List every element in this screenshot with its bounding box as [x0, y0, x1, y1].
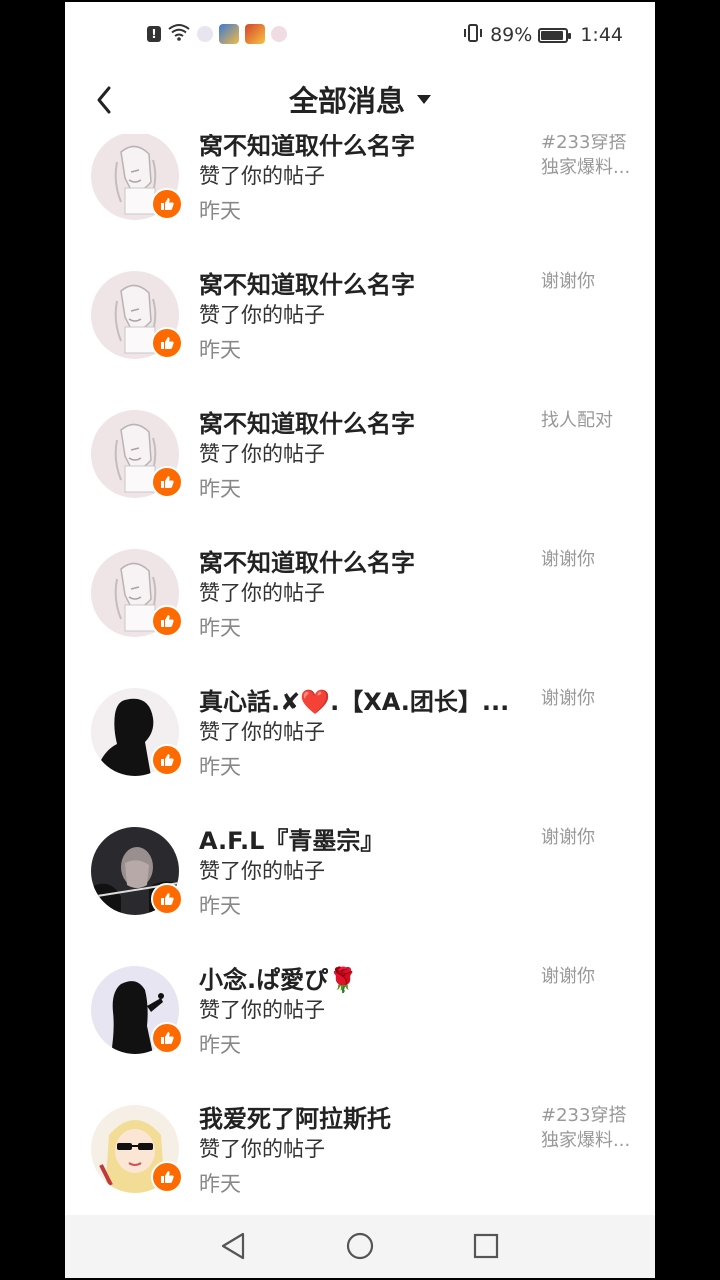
notification-item[interactable]: 窝不知道取什么名字 赞了你的帖子 昨天 找人配对 [65, 410, 655, 549]
notification-item[interactable]: A.F.L『青墨宗』 赞了你的帖子 昨天 谢谢你 [65, 827, 655, 966]
user-name[interactable]: 小念.ぱ愛ぴ🌹 [199, 960, 529, 995]
nav-home-icon [346, 1232, 374, 1260]
notification-item[interactable]: 窝不知道取什么名字 赞了你的帖子 昨天 #233穿搭 独家爆料... [65, 134, 655, 271]
user-name[interactable]: 窝不知道取什么名字 [199, 265, 529, 300]
post-preview-line1: 谢谢你 [541, 271, 595, 292]
like-badge-icon [151, 466, 183, 498]
action-text: 赞了你的帖子 [199, 1137, 325, 1161]
post-preview-line1: 谢谢你 [541, 966, 595, 987]
like-badge-icon [151, 883, 183, 915]
notification-item[interactable]: 我爱死了阿拉斯托 赞了你的帖子 昨天 #233穿搭 独家爆料... [65, 1105, 655, 1215]
page-title: 全部消息 [288, 84, 405, 118]
notification-item[interactable]: 小念.ぱ愛ぴ🌹 赞了你的帖子 昨天 谢谢你 [65, 966, 655, 1105]
timestamp: 昨天 [199, 338, 241, 362]
action-text: 赞了你的帖子 [199, 164, 325, 188]
post-preview[interactable]: 谢谢你 [541, 547, 637, 572]
action-text: 赞了你的帖子 [199, 859, 325, 883]
user-name[interactable]: 窝不知道取什么名字 [199, 404, 529, 439]
nav-back-icon [221, 1232, 245, 1260]
navigation-bar [65, 1215, 655, 1278]
like-badge-icon [151, 188, 183, 220]
post-preview[interactable]: #233穿搭 独家爆料... [541, 134, 637, 180]
header: 全部消息 [65, 64, 655, 134]
battery-percent: 89% [490, 24, 533, 46]
timestamp: 昨天 [199, 894, 241, 918]
user-name[interactable]: 我爱死了阿拉斯托 [199, 1099, 529, 1134]
clock: 1:44 [580, 24, 623, 46]
title-dropdown[interactable]: 全部消息 [65, 78, 655, 120]
like-badge-icon [151, 1022, 183, 1054]
timestamp: 昨天 [199, 477, 241, 501]
post-preview[interactable]: 找人配对 [541, 408, 637, 433]
action-text: 赞了你的帖子 [199, 442, 325, 466]
post-preview-line2: 独家爆料... [541, 157, 631, 178]
timestamp: 昨天 [199, 1033, 241, 1057]
like-badge-icon [151, 327, 183, 359]
like-badge-icon [151, 744, 183, 776]
post-preview-line1: #233穿搭 [541, 1105, 627, 1126]
post-preview[interactable]: 谢谢你 [541, 269, 637, 294]
post-preview-line1: 找人配对 [541, 410, 613, 431]
nav-recents-icon [473, 1233, 499, 1259]
action-text: 赞了你的帖子 [199, 303, 325, 327]
post-preview-line1: 谢谢你 [541, 827, 595, 848]
nav-back-button[interactable] [219, 1231, 249, 1261]
status-right: 89% 1:44 [462, 22, 623, 48]
user-name[interactable]: 真心話.✘❤️.【XA.团长】... [199, 682, 529, 717]
game-icon [219, 24, 239, 44]
game-icon-2 [245, 24, 265, 44]
user-name[interactable]: A.F.L『青墨宗』 [199, 821, 529, 856]
status-left-icons: ! [147, 22, 287, 46]
alert-icon: ! [147, 26, 161, 42]
post-preview[interactable]: 谢谢你 [541, 686, 637, 711]
action-text: 赞了你的帖子 [199, 998, 325, 1022]
notification-item[interactable]: 窝不知道取什么名字 赞了你的帖子 昨天 谢谢你 [65, 549, 655, 688]
timestamp: 昨天 [199, 755, 241, 779]
notification-list[interactable]: 窝不知道取什么名字 赞了你的帖子 昨天 #233穿搭 独家爆料... 窝不知道取什么名字赞… [65, 134, 655, 1215]
nav-recents-button[interactable] [471, 1231, 501, 1261]
user-name[interactable]: 窝不知道取什么名字 [199, 134, 529, 161]
like-badge-icon [151, 605, 183, 637]
battery-fill [541, 30, 563, 40]
timestamp: 昨天 [199, 1172, 241, 1196]
post-preview-line1: 谢谢你 [541, 688, 595, 709]
notification-item[interactable]: 真心話.✘❤️.【XA.团长】... 赞了你的帖子 昨天 谢谢你 [65, 688, 655, 827]
post-preview[interactable]: 谢谢你 [541, 825, 637, 850]
post-preview[interactable]: #233穿搭 独家爆料... [541, 1103, 637, 1153]
post-preview-line1: #233穿搭 [541, 134, 627, 153]
timestamp: 昨天 [199, 616, 241, 640]
caret-down-icon [417, 94, 431, 104]
battery-icon [538, 27, 572, 43]
vibrate-icon [462, 23, 484, 48]
status-bar: ! 89% 1:44 [65, 2, 655, 64]
notification-item[interactable]: 窝不知道取什么名字 赞了你的帖子 昨天 谢谢你 [65, 271, 655, 410]
phone-screen: ! 89% 1:44 全部消息 窝不知道取什么名字 赞了你的帖子 昨天 #233穿搭独 [65, 2, 655, 1278]
like-badge-icon [151, 1161, 183, 1193]
post-preview[interactable]: 谢谢你 [541, 964, 637, 989]
action-text: 赞了你的帖子 [199, 720, 325, 744]
post-preview-line1: 谢谢你 [541, 549, 595, 570]
action-text: 赞了你的帖子 [199, 581, 325, 605]
timestamp: 昨天 [199, 199, 241, 223]
post-preview-line2: 独家爆料... [541, 1130, 631, 1151]
app-icon-2 [271, 26, 287, 42]
user-name[interactable]: 窝不知道取什么名字 [199, 543, 529, 578]
wifi-icon [167, 23, 191, 45]
nav-home-button[interactable] [345, 1231, 375, 1261]
app-icon [197, 26, 213, 42]
